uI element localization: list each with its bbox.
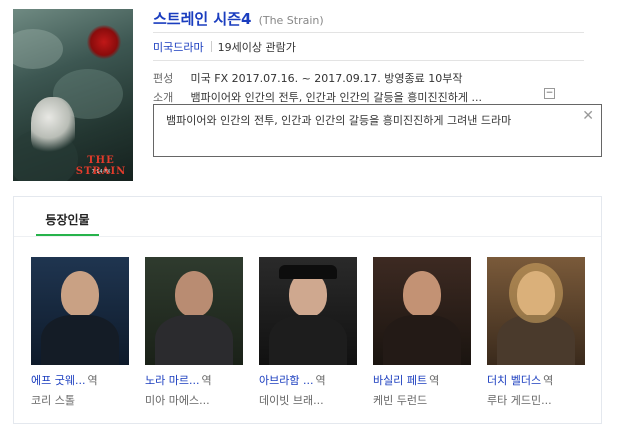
collapse-button[interactable]: − <box>544 88 555 99</box>
actor-name[interactable]: 케빈 두런드 <box>373 392 487 408</box>
actor-name[interactable]: 코리 스톨 <box>31 392 145 408</box>
role-tag: 역 <box>315 374 326 387</box>
schedule-label: 편성 <box>153 72 174 85</box>
synopsis-row: 소개 뱀파이어와 인간의 전투, 인간과 인간의 갈등을 흥미진진하게 ... <box>153 89 482 105</box>
actor-photo[interactable] <box>259 257 357 365</box>
tab-divider <box>14 236 601 237</box>
divider <box>153 60 584 61</box>
episode-count: 10부작 <box>428 72 463 85</box>
role-tag: 역 <box>543 374 554 387</box>
original-title: (The Strain) <box>258 14 324 27</box>
broadcast-status: 방영종료 <box>384 72 425 85</box>
title-link[interactable]: 스트레인 시즌4 <box>153 10 251 28</box>
age-rating: 19세이상 관람가 <box>217 41 296 54</box>
poster-airdate: 7 14 FX <box>91 169 111 175</box>
synopsis-preview: 뱀파이어와 인간의 전투, 인간과 인간의 갈등을 흥미진진하게 ... <box>190 91 482 104</box>
cast-section: 등장인물 에프 굿웨... 역 코리 스톨 노라 마르... 역 미아 마에스...… <box>13 196 602 424</box>
separator <box>210 41 212 52</box>
role-name-link[interactable]: 에프 굿웨... <box>31 374 85 387</box>
actor-name[interactable]: 미아 마에스... <box>145 392 259 408</box>
actor-photo[interactable] <box>373 257 471 365</box>
role-tag: 역 <box>429 374 440 387</box>
schedule-row: 편성 미국 FX 2017.07.16. ~ 2017.09.17. 방영종료 … <box>153 70 463 86</box>
divider <box>153 32 584 33</box>
tab-cast[interactable]: 등장인물 <box>36 211 99 228</box>
actor-photo[interactable] <box>31 257 129 365</box>
actor-name[interactable]: 루타 게드민... <box>487 392 601 408</box>
role-name-link[interactable]: 아브라함 ... <box>259 374 313 387</box>
genre-row: 미국드라마 19세이상 관람가 <box>153 39 296 55</box>
actor-photo[interactable] <box>145 257 243 365</box>
synopsis-label: 소개 <box>153 91 174 104</box>
role-name-link[interactable]: 더치 벨더스 <box>487 374 541 387</box>
schedule-value: 미국 FX 2017.07.16. ~ 2017.09.17. <box>190 72 381 85</box>
genre-link[interactable]: 미국드라마 <box>153 41 204 54</box>
role-tag: 역 <box>201 374 212 387</box>
cast-card[interactable]: 에프 굿웨... 역 코리 스톨 <box>31 257 145 408</box>
synopsis-full-text: 뱀파이어와 인간의 전투, 인간과 인간의 갈등을 흥미진진하게 그려낸 드라마 <box>166 114 512 127</box>
actor-photo[interactable] <box>487 257 585 365</box>
cast-card[interactable]: 더치 벨더스 역 루타 게드민... <box>487 257 601 408</box>
role-name-link[interactable]: 노라 마르... <box>145 374 199 387</box>
actor-name[interactable]: 데이빗 브래... <box>259 392 373 408</box>
poster-image[interactable]: THE STRAIN 7 14 FX <box>13 9 133 181</box>
cast-card[interactable]: 바실리 페트 역 케빈 두런드 <box>373 257 487 408</box>
role-name-link[interactable]: 바실리 페트 <box>373 374 427 387</box>
close-icon[interactable]: ✕ <box>582 109 594 123</box>
cast-card[interactable]: 아브라함 ... 역 데이빗 브래... <box>259 257 373 408</box>
cast-card[interactable]: 노라 마르... 역 미아 마에스... <box>145 257 259 408</box>
role-tag: 역 <box>87 374 98 387</box>
synopsis-popup: 뱀파이어와 인간의 전투, 인간과 인간의 갈등을 흥미진진하게 그려낸 드라마… <box>153 104 602 157</box>
page-title: 스트레인 시즌4 (The Strain) <box>153 8 324 29</box>
